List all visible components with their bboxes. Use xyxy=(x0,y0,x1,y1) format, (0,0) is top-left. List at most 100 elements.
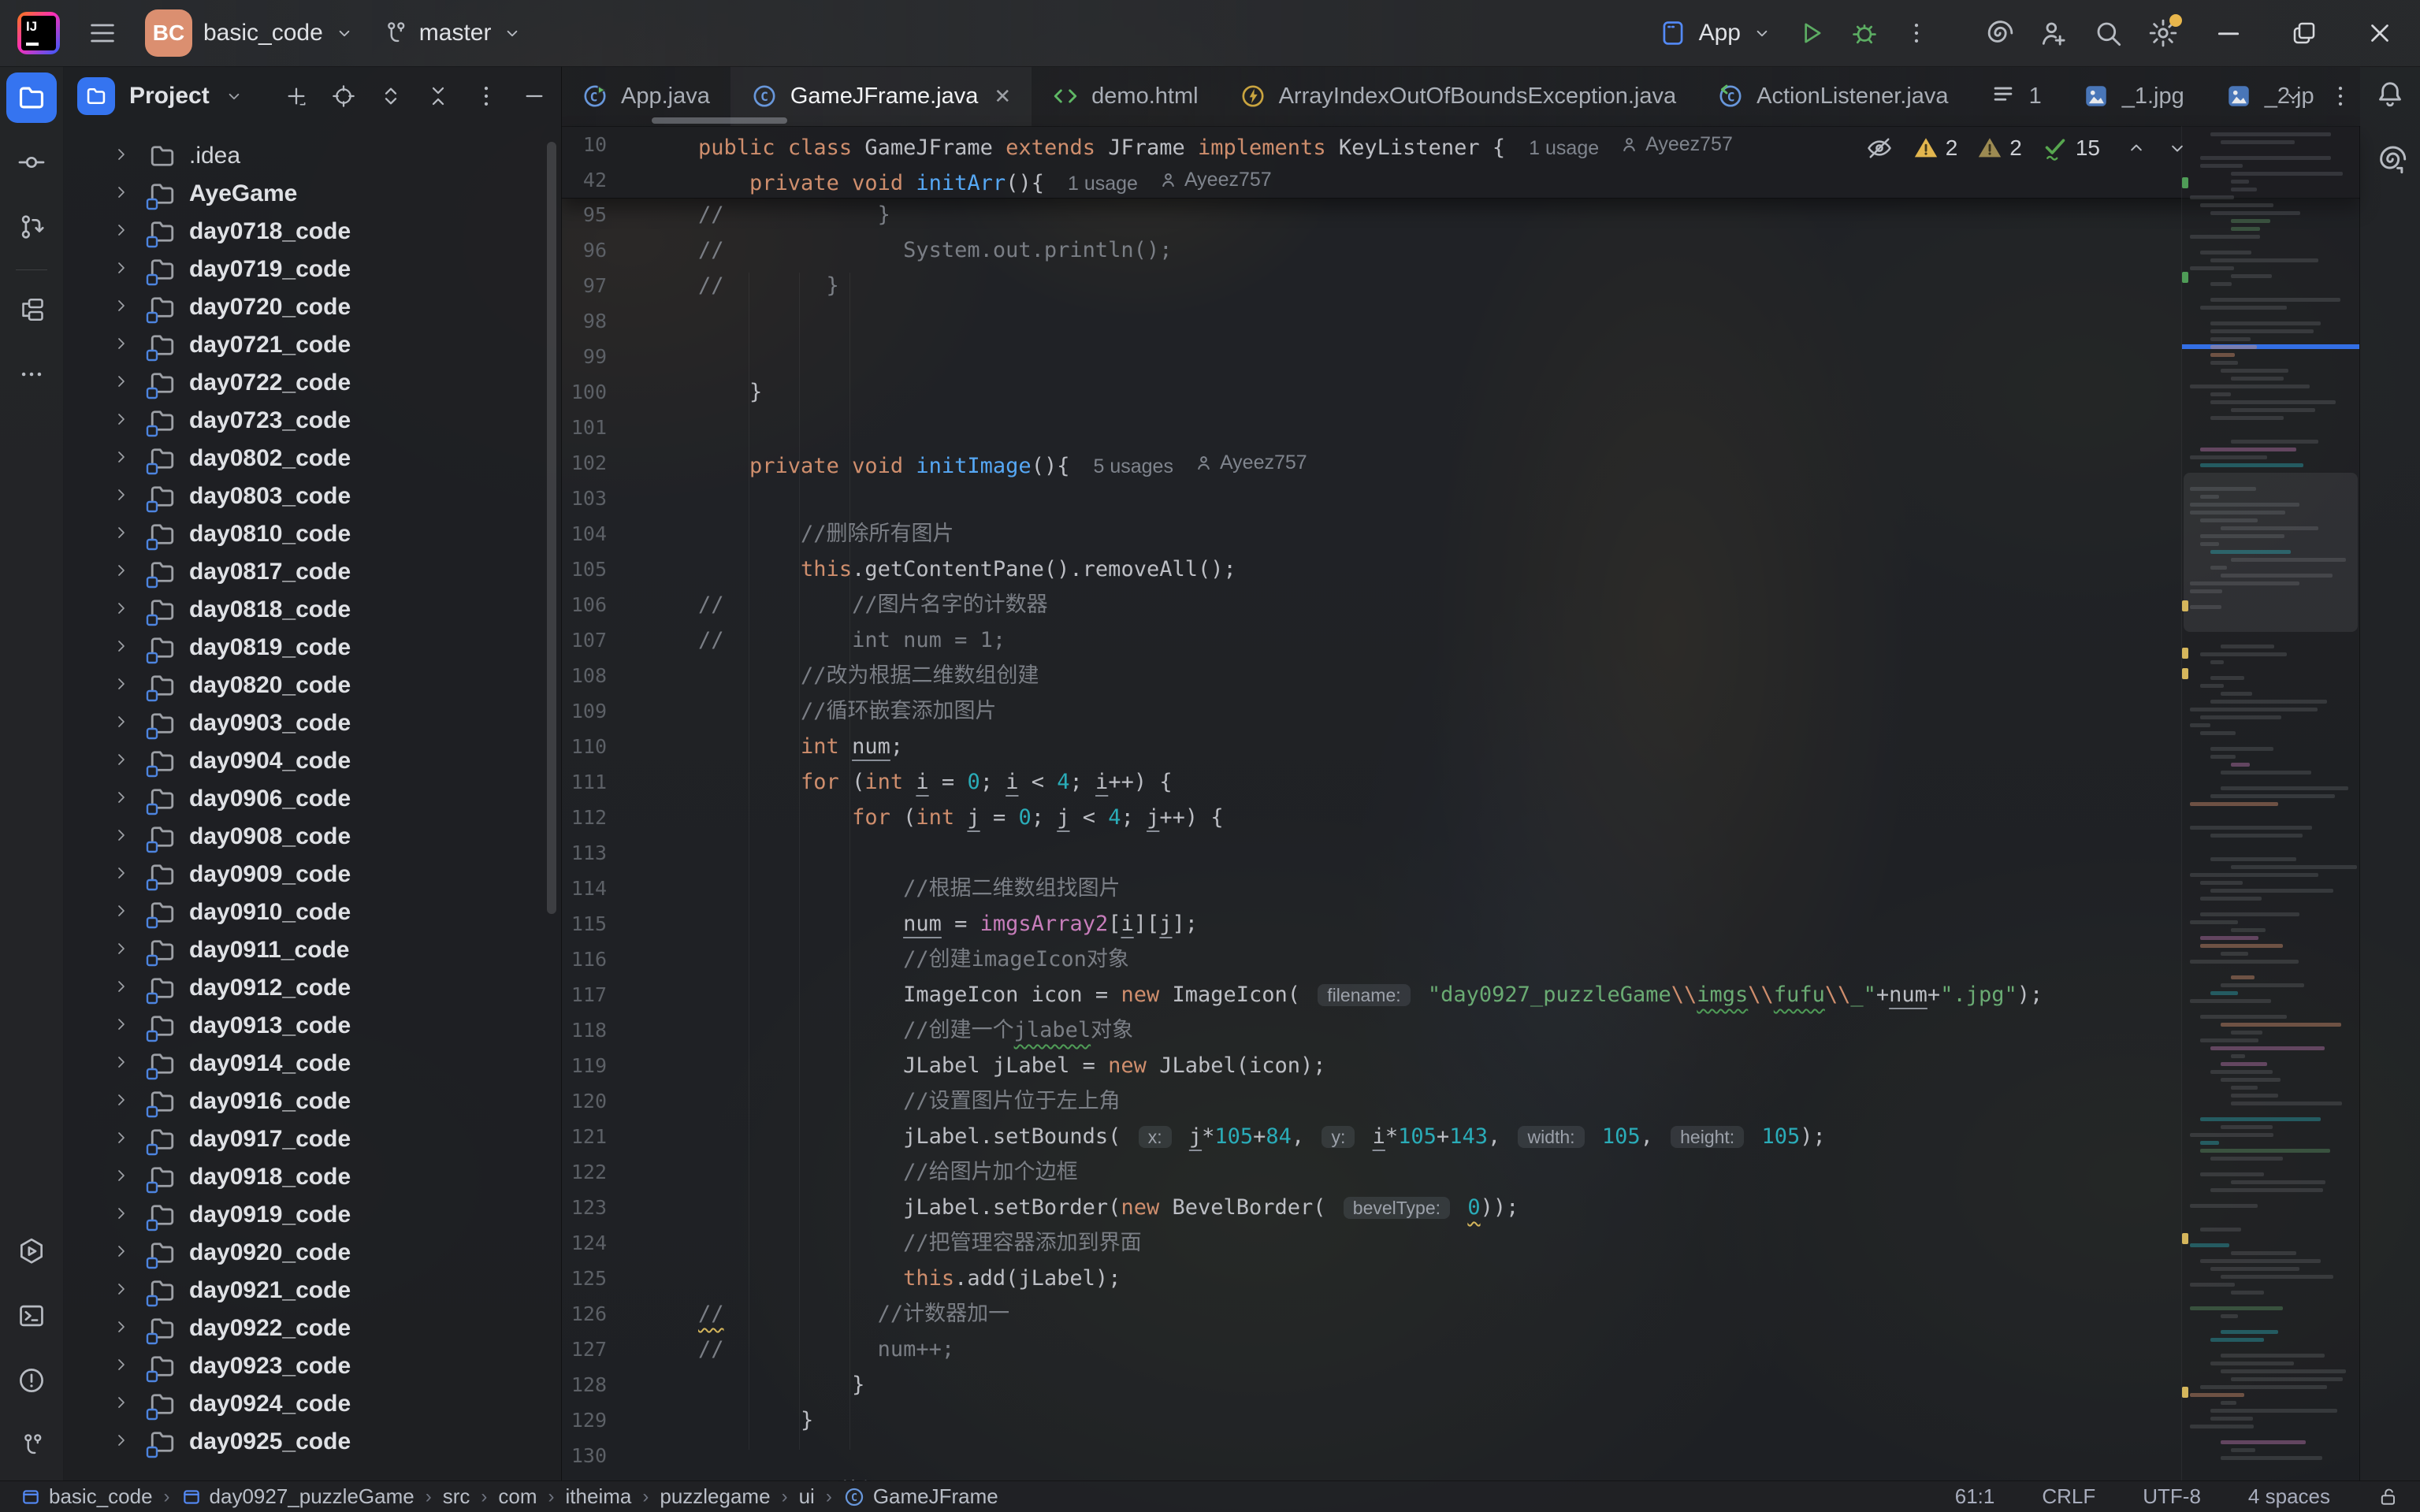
code-line-100[interactable]: 100 } xyxy=(561,374,2183,410)
tree-item-day0919-code[interactable]: day0919_code xyxy=(63,1196,561,1234)
passed-inspections-count[interactable]: 15 xyxy=(2041,134,2100,162)
chevron-right-icon[interactable] xyxy=(112,712,131,735)
chevron-right-icon[interactable] xyxy=(112,145,131,168)
line-number[interactable]: 42 xyxy=(561,162,607,198)
code-line-107[interactable]: 107// int num = 1; xyxy=(561,622,2183,658)
minimap[interactable] xyxy=(2181,126,2360,1481)
tool-git-button[interactable] xyxy=(6,1420,57,1470)
chevron-right-icon[interactable] xyxy=(112,1317,131,1340)
error-stripe-mark[interactable] xyxy=(2182,648,2188,659)
tree-item-day0810-code[interactable]: day0810_code xyxy=(63,515,561,553)
tab-options-icon[interactable] xyxy=(2327,83,2354,110)
code-line-96[interactable]: 96// System.out.println(); xyxy=(561,232,2183,268)
tree-item-day0719-code[interactable]: day0719_code xyxy=(63,251,561,288)
next-problem-icon[interactable] xyxy=(2166,137,2188,159)
error-stripe-mark[interactable] xyxy=(2182,600,2188,611)
line-number[interactable]: 99 xyxy=(561,339,607,374)
indent-style[interactable]: 4 spaces xyxy=(2248,1484,2330,1509)
tree-scrollbar[interactable] xyxy=(547,142,556,914)
usages-hint[interactable]: 1 usage xyxy=(1068,173,1138,195)
tool-pull-requests-button[interactable] xyxy=(6,202,57,252)
code-line-124[interactable]: 124 //把管理容器添加到界面 xyxy=(561,1225,2183,1261)
code-line-109[interactable]: 109 //循环嵌套添加图片 xyxy=(561,693,2183,729)
vcs-widget[interactable]: master xyxy=(381,20,523,46)
tab--1-jpg[interactable]: _1.jpg xyxy=(2062,66,2205,126)
code-line-97[interactable]: 97// } xyxy=(561,268,2183,303)
chevron-right-icon[interactable] xyxy=(112,1090,131,1113)
chevron-right-icon[interactable] xyxy=(112,939,131,962)
code-line-115[interactable]: 115 num = imgsArray2[i][j]; xyxy=(561,906,2183,942)
chevron-right-icon[interactable] xyxy=(112,296,131,319)
tree-item-day0904-code[interactable]: day0904_code xyxy=(63,742,561,780)
tree-item-day0917-code[interactable]: day0917_code xyxy=(63,1120,561,1158)
tree-item-day0819-code[interactable]: day0819_code xyxy=(63,629,561,667)
caret-position[interactable]: 61:1 xyxy=(1955,1484,1995,1509)
line-number[interactable]: 111 xyxy=(561,764,607,800)
code-line-112[interactable]: 112 for (int j = 0; j < 4; j++) { xyxy=(561,800,2183,835)
tree-item-day0923-code[interactable]: day0923_code xyxy=(63,1347,561,1385)
restore-window-button[interactable] xyxy=(2278,9,2330,57)
code-line-98[interactable]: 98 xyxy=(561,303,2183,339)
chevron-right-icon[interactable] xyxy=(112,864,131,886)
code-line-128[interactable]: 128 } xyxy=(561,1367,2183,1402)
code-line-108[interactable]: 108 //改为根据二维数组创建 xyxy=(561,658,2183,693)
code-line-105[interactable]: 105 this.getContentPane().removeAll(); xyxy=(561,552,2183,587)
code-line-95[interactable]: 95// } xyxy=(561,197,2183,232)
code-line-114[interactable]: 114 //根据二维数组找图片 xyxy=(561,871,2183,906)
ai-assistant-icon[interactable] xyxy=(1982,17,2013,49)
chevron-right-icon[interactable] xyxy=(112,637,131,659)
panel-options-icon[interactable] xyxy=(473,83,500,110)
chevron-right-icon[interactable] xyxy=(112,826,131,849)
chevron-right-icon[interactable] xyxy=(112,1204,131,1227)
expand-all-icon[interactable] xyxy=(378,84,403,109)
line-number[interactable]: 10 xyxy=(561,127,607,162)
author-hint[interactable]: Ayeez757 xyxy=(1158,162,1272,198)
code-line-101[interactable]: 101 xyxy=(561,410,2183,445)
tree-item-day0913-code[interactable]: day0913_code xyxy=(63,1007,561,1045)
line-number[interactable]: 105 xyxy=(561,552,607,587)
line-number[interactable]: 119 xyxy=(561,1048,607,1083)
code-line-102[interactable]: 102 private void initImage(){5 usagesAye… xyxy=(561,445,2183,481)
tree-item-day0723-code[interactable]: day0723_code xyxy=(63,402,561,440)
line-number[interactable]: 113 xyxy=(561,835,607,871)
code-line-106[interactable]: 106// //图片名字的计数器 xyxy=(561,587,2183,622)
run-button[interactable] xyxy=(1796,18,1826,48)
chevron-right-icon[interactable] xyxy=(112,485,131,508)
line-number[interactable]: 102 xyxy=(561,445,607,481)
warning-count[interactable]: 2 xyxy=(1913,135,1958,162)
error-stripe-mark[interactable] xyxy=(2182,1387,2188,1398)
tree-item-day0903-code[interactable]: day0903_code xyxy=(63,704,561,742)
chevron-right-icon[interactable] xyxy=(112,258,131,281)
tab-1[interactable]: 1 xyxy=(1969,66,2062,126)
breadcrumb-itheima[interactable]: itheima xyxy=(566,1484,632,1509)
tree-item-day0912-code[interactable]: day0912_code xyxy=(63,969,561,1007)
line-number[interactable]: 98 xyxy=(561,303,607,339)
line-number[interactable]: 123 xyxy=(561,1190,607,1225)
tool-more-button[interactable] xyxy=(6,349,57,399)
chevron-right-icon[interactable] xyxy=(112,1431,131,1454)
line-separator[interactable]: CRLF xyxy=(2042,1484,2095,1509)
close-tab-icon[interactable]: ✕ xyxy=(994,84,1011,109)
notifications-button[interactable] xyxy=(2365,69,2415,120)
line-number[interactable]: 120 xyxy=(561,1083,607,1119)
locate-file-icon[interactable] xyxy=(331,84,356,109)
chevron-right-icon[interactable] xyxy=(112,221,131,243)
tree-item-ayegame[interactable]: AyeGame xyxy=(63,175,561,213)
chevron-right-icon[interactable] xyxy=(112,183,131,206)
breadcrumb-puzzlegame[interactable]: puzzlegame xyxy=(660,1484,770,1509)
line-number[interactable]: 100 xyxy=(561,374,607,410)
project-widget[interactable]: BC basic_code xyxy=(145,9,355,57)
chevron-right-icon[interactable] xyxy=(112,334,131,357)
line-number[interactable]: 115 xyxy=(561,906,607,942)
inspections-widget[interactable]: 2 2 15 xyxy=(1865,134,2188,162)
line-number[interactable]: 96 xyxy=(561,232,607,268)
code-line-119[interactable]: 119 JLabel jLabel = new JLabel(icon); xyxy=(561,1048,2183,1083)
tab-list-dropdown-icon[interactable] xyxy=(2283,86,2303,106)
line-number[interactable]: 104 xyxy=(561,516,607,552)
line-number[interactable]: 116 xyxy=(561,942,607,977)
tree-item-day0718-code[interactable]: day0718_code xyxy=(63,213,561,251)
line-number[interactable]: 110 xyxy=(561,729,607,764)
code-line-99[interactable]: 99 xyxy=(561,339,2183,374)
breadcrumb-day0927-puzzlegame[interactable]: day0927_puzzleGame xyxy=(181,1484,414,1509)
author-hint[interactable]: Ayeez757 xyxy=(1619,127,1733,162)
